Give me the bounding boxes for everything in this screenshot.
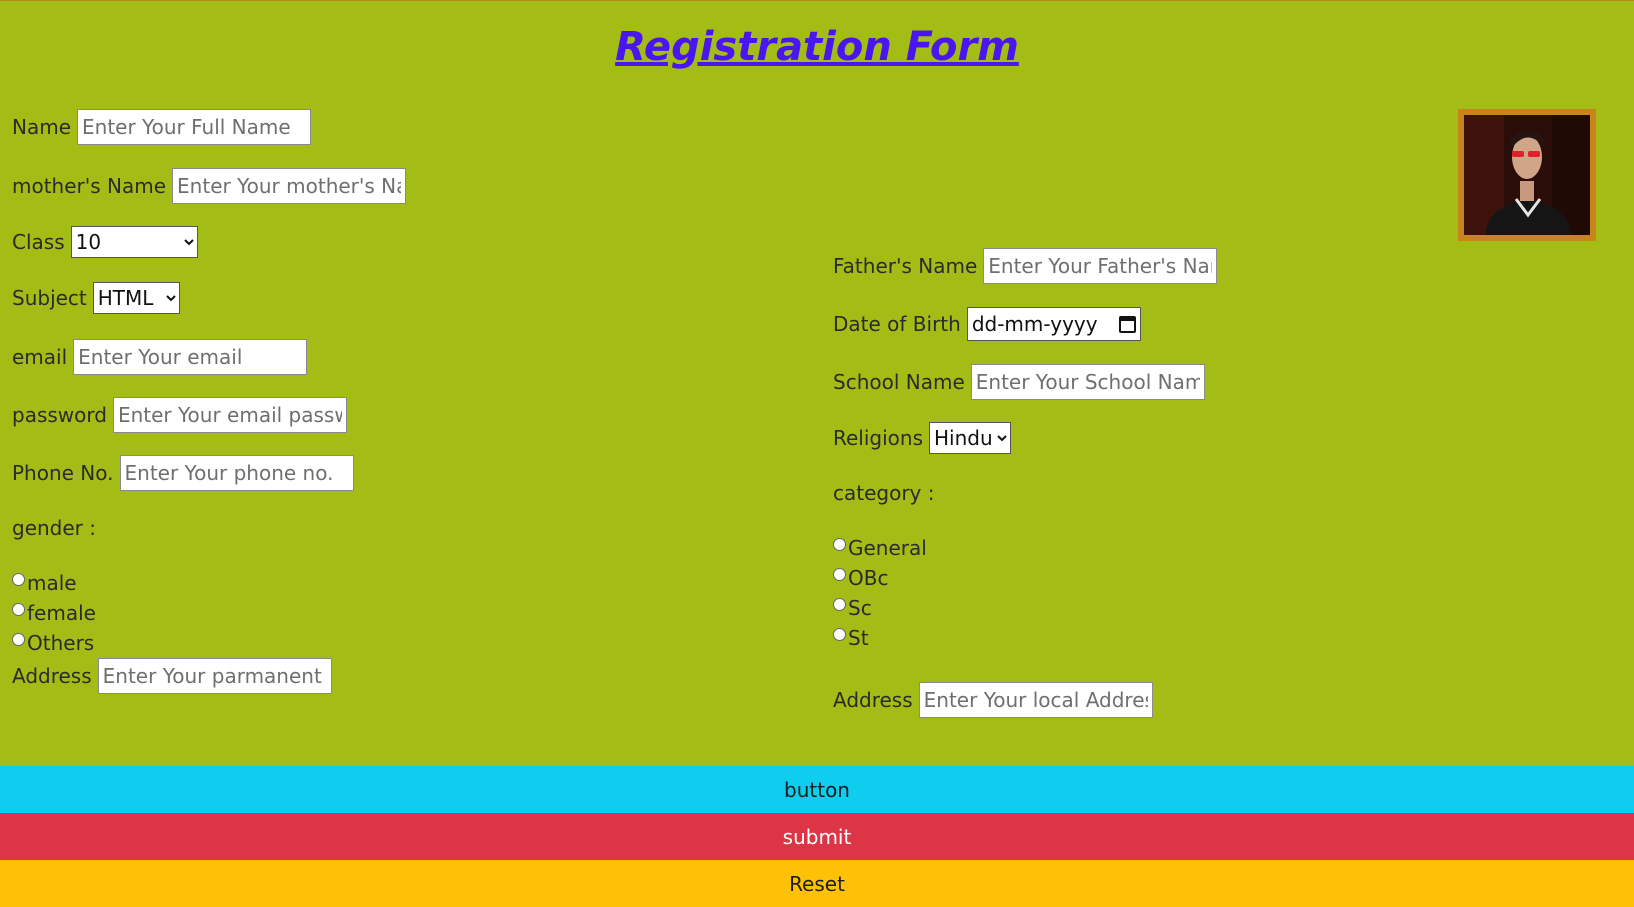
profile-photo — [1458, 109, 1596, 241]
name-label: Name — [12, 115, 72, 139]
gender-male-label: male — [27, 571, 77, 595]
category-option-obc[interactable]: OBc — [833, 566, 888, 590]
category-sc-radio[interactable] — [833, 597, 846, 611]
calendar-icon[interactable] — [1118, 315, 1136, 333]
permanent-address-input[interactable] — [97, 658, 332, 694]
class-label: Class — [12, 230, 65, 254]
gender-option-others[interactable]: Others — [12, 631, 94, 655]
father-row: Father's Name — [833, 248, 1218, 284]
category-sc-label: Sc — [848, 596, 872, 620]
religion-row: Religions Hindu — [833, 422, 1011, 454]
category-heading: category : — [833, 481, 934, 505]
gender-female-radio[interactable] — [12, 602, 25, 616]
email-label: email — [12, 345, 68, 369]
generic-button[interactable]: button — [0, 766, 1634, 813]
name-input[interactable] — [77, 109, 312, 145]
category-obc-radio[interactable] — [833, 567, 846, 581]
father-name-input[interactable] — [983, 248, 1218, 284]
submit-button[interactable]: submit — [0, 813, 1634, 860]
religion-select[interactable]: Hindu — [929, 422, 1011, 454]
permanent-address-row: Address — [12, 658, 332, 694]
email-row: email — [12, 339, 308, 375]
school-name-label: School Name — [833, 370, 965, 394]
phone-label: Phone No. — [12, 461, 114, 485]
permanent-address-label: Address — [12, 664, 92, 688]
local-address-label: Address — [833, 688, 913, 712]
category-option-st[interactable]: St — [833, 626, 869, 650]
category-general-label: General — [848, 536, 927, 560]
gender-male-radio[interactable] — [12, 572, 25, 586]
password-label: password — [12, 403, 107, 427]
subject-label: Subject — [12, 286, 87, 310]
password-row: password — [12, 397, 347, 433]
local-address-input[interactable] — [918, 682, 1153, 718]
mother-row: mother's Name — [12, 168, 407, 204]
category-obc-label: OBc — [848, 566, 889, 590]
category-st-radio[interactable] — [833, 627, 846, 641]
subject-select[interactable]: HTML — [92, 282, 180, 314]
category-option-general[interactable]: General — [833, 536, 927, 560]
phone-row: Phone No. — [12, 455, 354, 491]
mother-name-label: mother's Name — [12, 174, 167, 198]
category-st-label: St — [848, 626, 869, 650]
category-label: category : — [833, 481, 935, 505]
gender-female-label: female — [27, 601, 96, 625]
dob-row: Date of Birth dd-mm-yyyy — [833, 307, 1141, 341]
dob-value: dd-mm-yyyy — [971, 312, 1098, 336]
profile-photo-image — [1464, 115, 1590, 235]
reset-button[interactable]: Reset — [0, 860, 1634, 907]
phone-input[interactable] — [119, 455, 354, 491]
class-row: Class 10 — [12, 226, 198, 258]
father-name-label: Father's Name — [833, 254, 978, 278]
password-input[interactable] — [112, 397, 347, 433]
dob-input[interactable]: dd-mm-yyyy — [966, 307, 1141, 341]
religion-label: Religions — [833, 426, 923, 450]
subject-row: Subject HTML — [12, 282, 180, 314]
mother-name-input[interactable] — [172, 168, 407, 204]
class-select[interactable]: 10 — [70, 226, 198, 258]
page-title: Registration Form — [615, 24, 1019, 70]
gender-option-female[interactable]: female — [12, 601, 96, 625]
dob-label: Date of Birth — [833, 312, 961, 336]
gender-others-radio[interactable] — [12, 632, 25, 646]
category-general-radio[interactable] — [833, 537, 846, 551]
name-row: Name — [12, 109, 312, 145]
school-row: School Name — [833, 364, 1205, 400]
gender-heading: gender : — [12, 516, 96, 540]
gender-label: gender : — [12, 516, 96, 540]
email-input[interactable] — [73, 339, 308, 375]
local-address-row: Address — [833, 682, 1153, 718]
category-option-sc[interactable]: Sc — [833, 596, 872, 620]
gender-option-male[interactable]: male — [12, 571, 77, 595]
school-name-input[interactable] — [970, 364, 1205, 400]
gender-others-label: Others — [27, 631, 95, 655]
